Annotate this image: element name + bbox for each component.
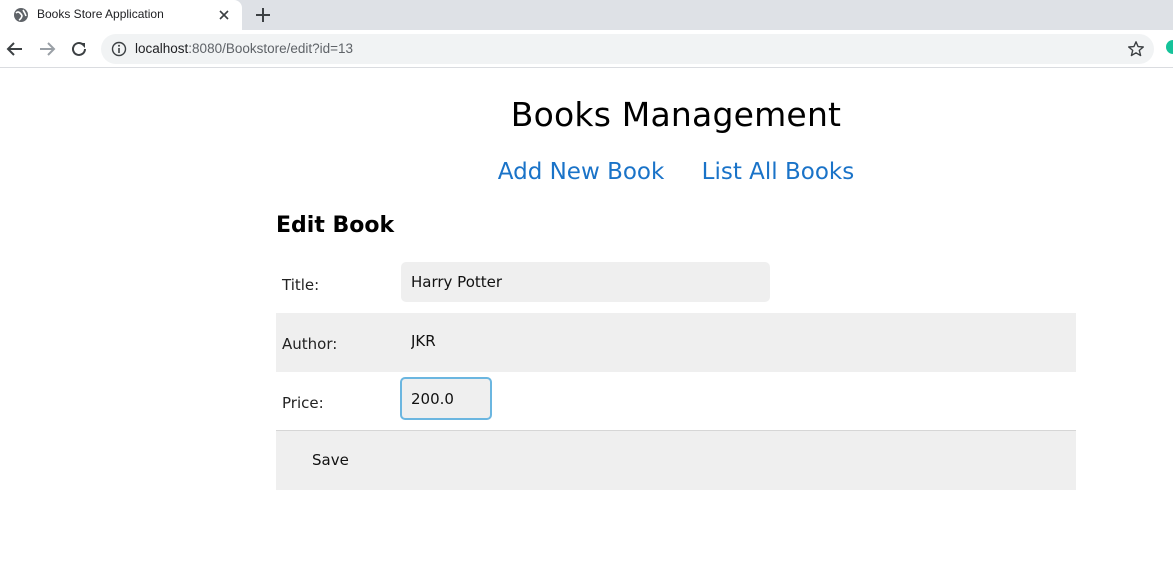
author-label: Author: (282, 335, 338, 353)
title-input[interactable] (401, 262, 770, 302)
reload-icon[interactable] (70, 40, 88, 58)
form-heading: Edit Book (276, 213, 395, 238)
page-content: Books Management Add New Book List All B… (0, 69, 1173, 561)
forward-arrow-icon[interactable] (38, 40, 56, 58)
add-new-book-link[interactable]: Add New Book (498, 159, 665, 185)
address-bar[interactable]: localhost:8080/Bookstore/edit?id=13 (101, 34, 1154, 64)
page-title-text: Books Management (510, 95, 842, 134)
info-icon[interactable] (111, 41, 127, 57)
close-icon[interactable] (216, 7, 232, 23)
browser-toolbar: localhost:8080/Bookstore/edit?id=13 (0, 30, 1173, 68)
url-text[interactable]: localhost:8080/Bookstore/edit?id=13 (135, 41, 353, 56)
list-all-books-link[interactable]: List All Books (702, 159, 855, 185)
nav-links: Add New Book List All Books (0, 159, 1173, 185)
url-path: :8080/Bookstore/edit?id=13 (188, 41, 354, 56)
title-label: Title: (282, 276, 320, 294)
plus-icon[interactable] (254, 6, 272, 24)
extension-icon[interactable] (1166, 40, 1173, 54)
tab-title: Books Store Application (37, 7, 164, 21)
author-row: Author: (276, 313, 1076, 372)
url-host: localhost (135, 41, 189, 56)
price-row: Price: (276, 372, 1076, 431)
author-input[interactable] (401, 321, 1061, 361)
back-arrow-icon[interactable] (6, 40, 24, 58)
page-title: Books Management (0, 95, 1173, 134)
star-icon[interactable] (1127, 40, 1145, 58)
save-button[interactable]: Save (296, 441, 365, 479)
edit-book-form: Title: Author: Price: Save (276, 254, 1076, 490)
price-input[interactable] (400, 377, 492, 420)
globe-icon (14, 8, 28, 22)
browser-tab[interactable]: Books Store Application (0, 0, 242, 30)
price-label: Price: (282, 394, 324, 412)
tab-strip: Books Store Application (0, 0, 1173, 30)
title-row: Title: (276, 254, 1076, 313)
save-row: Save (276, 431, 1076, 490)
